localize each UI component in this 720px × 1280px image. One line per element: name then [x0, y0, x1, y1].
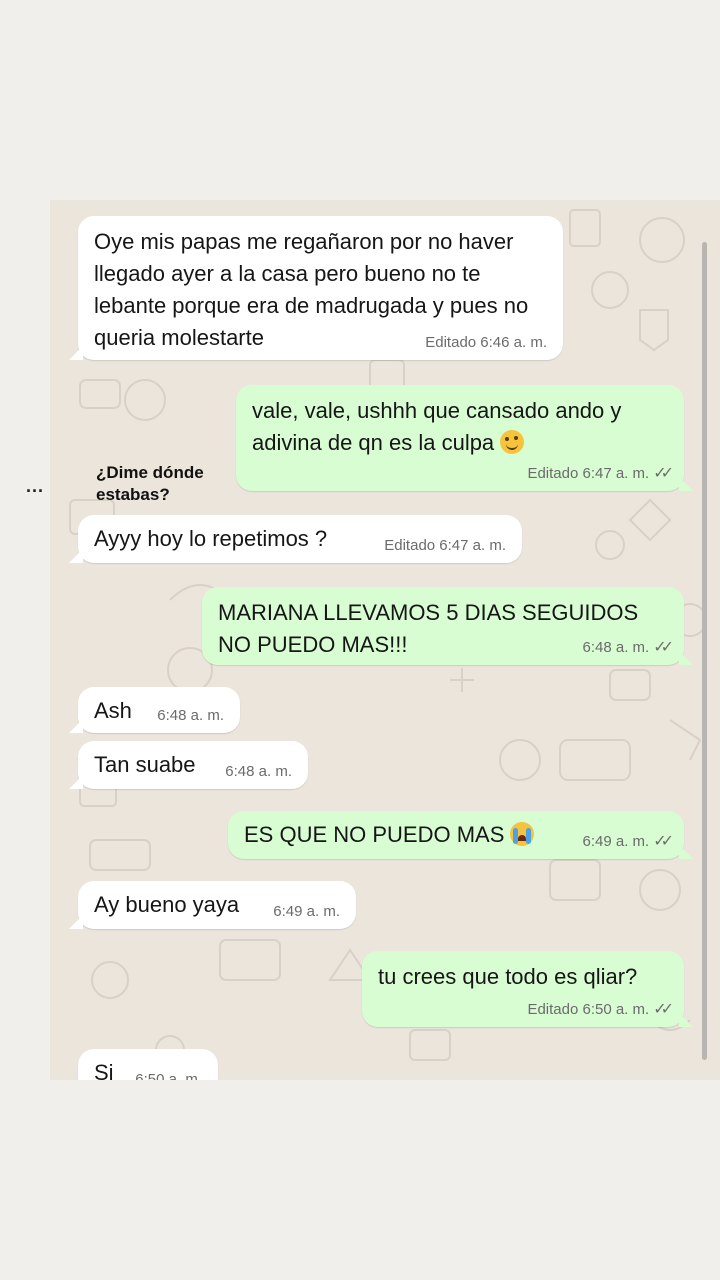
question-sticker: ¿Dime dónde estabas?	[96, 463, 204, 504]
message-meta: 6:48 a. m.	[157, 707, 224, 725]
incoming-message[interactable]: Ash 6:48 a. m.	[69, 687, 240, 733]
message-timestamp: Editado 6:47 a. m.	[527, 465, 650, 482]
message-text: Oye mis papas me regañaron por no haver …	[94, 229, 535, 350]
message-meta: 6:49 a. m.	[273, 903, 340, 921]
incoming-message[interactable]: Ayyy hoy lo repetimos ? Editado 6:47 a. …	[69, 515, 522, 563]
message-timestamp: 6:48 a. m.	[582, 639, 650, 656]
incoming-message[interactable]: Si 6:50 a. m.	[78, 1049, 218, 1080]
message-timestamp: Editado 6:47 a. m.	[384, 537, 506, 554]
message-meta: Editado 6:47 a. m. ✓✓	[527, 465, 674, 483]
message-text: tu crees que todo es qliar?	[378, 964, 638, 989]
message-text: Ayyy hoy lo repetimos ?	[94, 526, 328, 551]
message-meta: Editado 6:47 a. m.	[384, 537, 506, 555]
crying-face-icon	[510, 822, 535, 846]
double-check-icon: ✓✓	[653, 833, 674, 850]
outgoing-message[interactable]: ES QUE NO PUEDO MAS 6:49 a. m. ✓✓	[228, 811, 693, 859]
message-timestamp: 6:49 a. m.	[273, 903, 340, 920]
message-meta: 6:50 a. m.	[135, 1071, 202, 1080]
message-text: Ay bueno yaya	[94, 892, 240, 917]
message-text: Tan suabe	[94, 752, 196, 777]
outgoing-message[interactable]: MARIANA LLEVAMOS 5 DIAS SEGUIDOS NO PUED…	[202, 587, 693, 665]
message-timestamp: 6:48 a. m.	[157, 707, 224, 724]
message-meta: Editado 6:50 a. m. ✓✓	[527, 1001, 674, 1019]
message-text: ES QUE NO PUEDO MAS	[244, 822, 505, 847]
double-check-icon: ✓✓	[653, 465, 674, 482]
message-meta: 6:48 a. m.	[225, 763, 292, 781]
incoming-message[interactable]: Ay bueno yaya 6:49 a. m.	[69, 881, 356, 929]
message-text: Ash	[94, 698, 132, 723]
message-timestamp: Editado 6:46 a. m.	[425, 334, 547, 351]
message-timestamp: 6:48 a. m.	[225, 763, 292, 780]
message-meta: Editado 6:46 a. m.	[425, 334, 547, 352]
incoming-message[interactable]: Oye mis papas me regañaron por no haver …	[69, 216, 563, 360]
outgoing-message[interactable]: tu crees que todo es qliar? Editado 6:50…	[362, 951, 693, 1027]
more-options-icon[interactable]: ...	[26, 476, 44, 497]
outgoing-message[interactable]: vale, vale, ushhh que cansado ando y adi…	[236, 385, 693, 491]
message-text: MARIANA LLEVAMOS 5 DIAS SEGUIDOS NO PUED…	[218, 600, 645, 657]
message-text: vale, vale, ushhh que cansado ando y adi…	[252, 398, 628, 455]
double-check-icon: ✓✓	[653, 1001, 674, 1018]
double-check-icon: ✓✓	[653, 639, 674, 656]
message-text: Si	[94, 1060, 114, 1080]
message-meta: 6:49 a. m. ✓✓	[582, 833, 674, 851]
chat-area[interactable]: Oye mis papas me regañaron por no haver …	[50, 200, 720, 1080]
face-savoring-icon	[500, 430, 525, 454]
incoming-message[interactable]: Tan suabe 6:48 a. m.	[69, 741, 308, 789]
scrollbar[interactable]	[702, 242, 707, 1060]
message-timestamp: Editado 6:50 a. m.	[527, 1001, 650, 1018]
message-meta: 6:48 a. m. ✓✓	[582, 639, 674, 657]
message-timestamp: 6:50 a. m.	[135, 1071, 202, 1080]
message-timestamp: 6:49 a. m.	[582, 833, 650, 850]
